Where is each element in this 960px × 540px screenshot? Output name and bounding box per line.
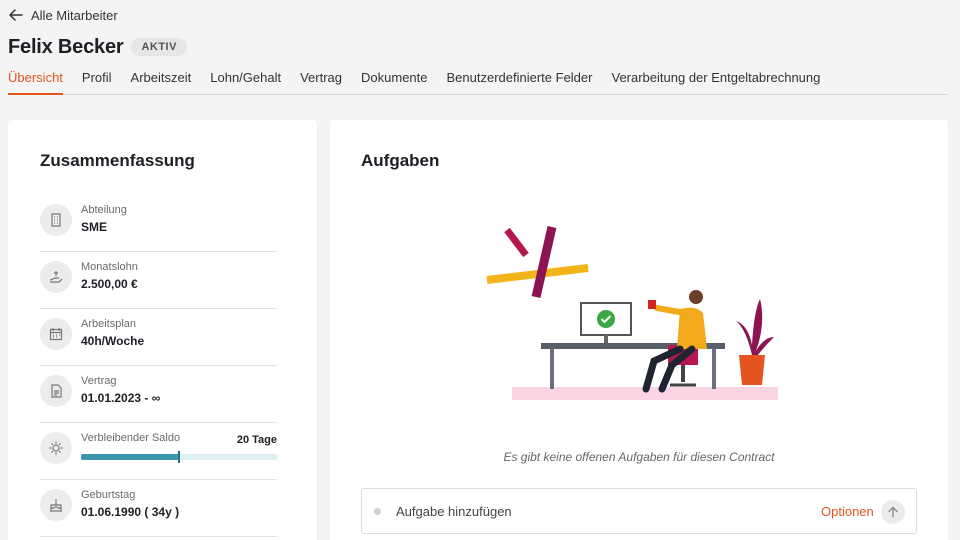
summary-label: Vertrag (81, 375, 117, 387)
tab-uebersicht[interactable]: Übersicht (8, 65, 63, 95)
tab-benutzerdefinierte-felder[interactable]: Benutzerdefinierte Felder (447, 65, 593, 94)
page-title: Felix Becker (8, 35, 124, 58)
arrow-up-icon (888, 506, 898, 518)
salary-icon (40, 261, 72, 293)
empty-tasks-illustration (486, 225, 778, 400)
arrow-left-icon (9, 9, 23, 21)
summary-value: 01.01.2023 - ∞ (81, 391, 161, 405)
tasks-card: Aufgaben Es gibt keine offenen Aufgaben … (330, 120, 948, 540)
summary-item-salary: Monatslohn 2.500,00 € (40, 252, 277, 309)
building-icon (40, 204, 72, 236)
task-bullet (374, 508, 381, 515)
tab-lohn-gehalt[interactable]: Lohn/Gehalt (210, 65, 281, 94)
summary-label: Arbeitsplan (81, 318, 137, 330)
summary-label: Verbleibender Saldo (81, 432, 181, 444)
balance-progress-marker (178, 451, 180, 463)
back-link-label: Alle Mitarbeiter (31, 7, 118, 23)
summary-label: Abteilung (81, 204, 127, 216)
sun-icon (40, 432, 72, 464)
summary-value: 40h/Woche (81, 334, 145, 348)
add-task-input[interactable]: Aufgabe hinzufügen Optionen (361, 488, 917, 534)
summary-item-contract: Vertrag 01.01.2023 - ∞ (40, 366, 277, 423)
balance-days: 20 Tage (236, 434, 277, 446)
summary-item-balance: Verbleibender Saldo 20 Tage (40, 423, 277, 480)
tab-entgeltabrechnung[interactable]: Verarbeitung der Entgeltabrechnung (611, 65, 820, 94)
summary-item-schedule: Arbeitsplan 40h/Woche (40, 309, 277, 366)
balance-progress-bar (81, 451, 277, 463)
summary-label: Monatslohn (81, 261, 138, 273)
summary-value: 01.06.1990 ( 34y ) (81, 505, 180, 519)
document-icon (40, 375, 72, 407)
empty-tasks-text: Es gibt keine offenen Aufgaben für diese… (503, 450, 775, 464)
tab-vertrag[interactable]: Vertrag (300, 65, 342, 94)
back-link[interactable]: Alle Mitarbeiter (9, 6, 118, 24)
cake-icon (40, 489, 72, 521)
options-button[interactable]: Optionen (821, 504, 874, 519)
status-badge: AKTIV (131, 38, 187, 56)
summary-card: Zusammenfassung Abteilung SME Monatslohn… (8, 120, 317, 540)
summary-title: Zusammenfassung (40, 151, 195, 170)
balance-progress-fill (81, 454, 179, 460)
calendar-icon (40, 318, 72, 350)
summary-item-birthday: Geburtstag 01.06.1990 ( 34y ) (40, 480, 277, 537)
tab-dokumente[interactable]: Dokumente (361, 65, 427, 94)
tasks-title: Aufgaben (361, 151, 440, 170)
summary-value: SME (81, 220, 108, 234)
send-task-button[interactable] (881, 500, 905, 524)
summary-label: Geburtstag (81, 489, 136, 501)
summary-item-department: Abteilung SME (40, 195, 277, 252)
tab-bar: Übersicht Profil Arbeitszeit Lohn/Gehalt… (8, 65, 948, 95)
summary-value: 2.500,00 € (81, 277, 138, 291)
add-task-placeholder[interactable]: Aufgabe hinzufügen (396, 504, 512, 519)
tab-profil[interactable]: Profil (82, 65, 112, 94)
tab-arbeitszeit[interactable]: Arbeitszeit (131, 65, 192, 94)
